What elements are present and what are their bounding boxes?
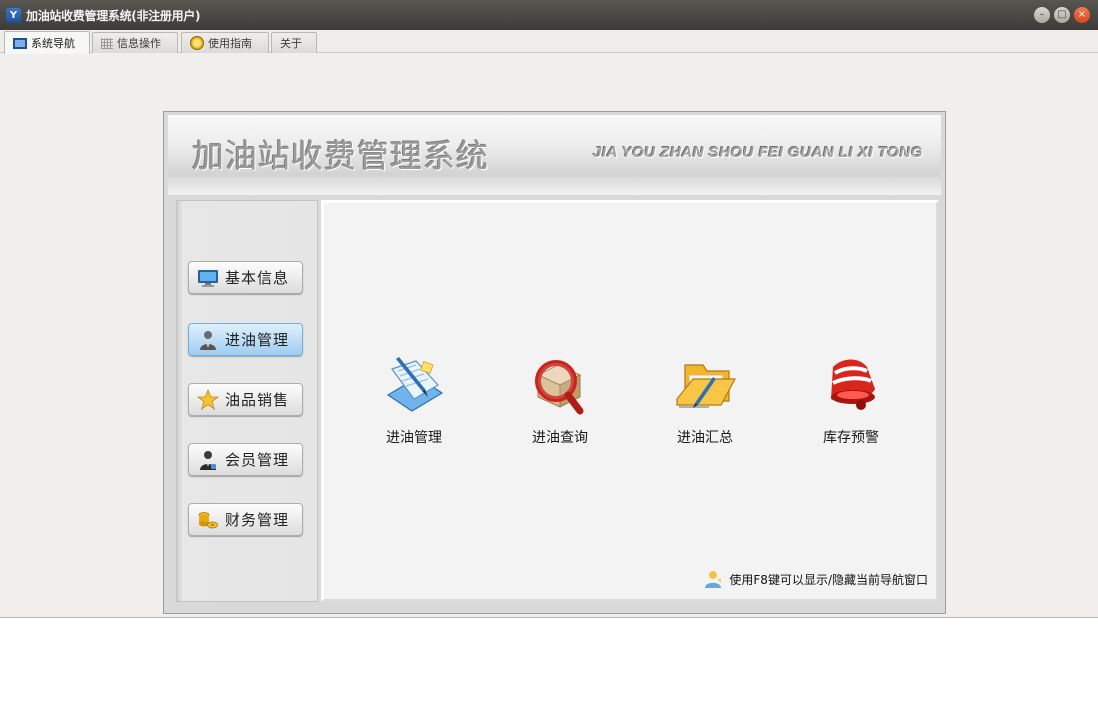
magnifier-box-icon [535,360,584,415]
sidebar-item-oil-sales[interactable]: 油品销售 [188,383,303,416]
tile-fuel-intake-management[interactable]: 进油管理 [364,355,464,446]
folder-pen-icon [676,364,737,408]
navigation-panel: 加油站收费管理系统 JIA YOU ZHAN SHOU FEI GUAN LI … [163,111,946,614]
content-area: 进油管理 进油查询 进油汇总 库存预警 使用F8键可以显示/隐藏当前导航窗口 [321,200,939,602]
coins-icon [198,511,218,528]
grid-icon [101,37,113,49]
sidebar-item-basic-info[interactable]: 基本信息 [188,261,303,294]
tile-fuel-intake-summary[interactable]: 进油汇总 [655,355,755,446]
sidebar-item-fuel-intake[interactable]: 进油管理 [188,323,303,356]
banner: 加油站收费管理系统 JIA YOU ZHAN SHOU FEI GUAN LI … [168,115,941,195]
banner-title: 加油站收费管理系统 [192,137,490,175]
app-window: Y 加油站收费管理系统(非注册用户) – □ × 系统导航 信息操作 使用指南 … [0,0,1098,618]
tab-label: 信息操作 [117,37,161,50]
tab-label: 使用指南 [208,37,252,50]
star-icon [197,388,219,410]
app-logo-icon: Y [6,7,21,23]
sidebar: 基本信息 进油管理 油品销售 会员管理 财务管理 [176,200,318,602]
maximize-button[interactable]: □ [1054,7,1070,23]
tile-label: 进油管理 [386,430,442,446]
tile-label: 库存预警 [823,430,879,446]
f8-hint: 使用F8键可以显示/隐藏当前导航窗口 [703,569,928,589]
tab-system-navigation[interactable]: 系统导航 [4,31,90,54]
banner-shine [168,177,941,195]
member-icon [200,450,216,470]
minimize-button[interactable]: – [1034,7,1050,23]
tile-inventory-alert[interactable]: 库存预警 [801,355,901,446]
tile-label: 进油汇总 [677,430,733,446]
tab-about[interactable]: 关于 [271,32,317,53]
document-pen-icon [386,357,444,412]
tab-strip: 系统导航 信息操作 使用指南 关于 [0,30,1098,54]
window-controls: – □ × [1034,7,1090,23]
sidebar-item-label: 油品销售 [225,391,290,409]
close-button[interactable]: × [1074,7,1090,23]
title-bar[interactable]: Y 加油站收费管理系统(非注册用户) – □ × [0,0,1098,30]
alarm-bell-icon [831,359,875,410]
sidebar-item-label: 财务管理 [225,511,290,529]
tile-fuel-intake-query[interactable]: 进油查询 [510,355,610,446]
sidebar-item-label: 会员管理 [225,451,290,469]
tab-label: 关于 [280,37,302,50]
sidebar-item-label: 基本信息 [225,269,290,287]
monitor-icon [13,37,27,49]
monitor-icon [198,269,218,287]
sidebar-item-finance[interactable]: 财务管理 [188,503,303,536]
sidebar-item-member[interactable]: 会员管理 [188,443,303,476]
banner-subtitle: JIA YOU ZHAN SHOU FEI GUAN LI XI TONG [593,144,923,161]
user-gray-icon [200,330,216,350]
tab-user-guide[interactable]: 使用指南 [181,32,269,53]
hint-text: 使用F8键可以显示/隐藏当前导航窗口 [729,572,928,587]
window-title: 加油站收费管理系统(非注册用户) [26,8,201,23]
tab-label: 系统导航 [31,37,75,50]
sidebar-item-label: 进油管理 [225,331,290,349]
tile-label: 进油查询 [532,430,588,446]
user-tip-icon [705,571,722,588]
tab-info-operation[interactable]: 信息操作 [92,32,178,53]
help-coin-icon [190,36,204,50]
